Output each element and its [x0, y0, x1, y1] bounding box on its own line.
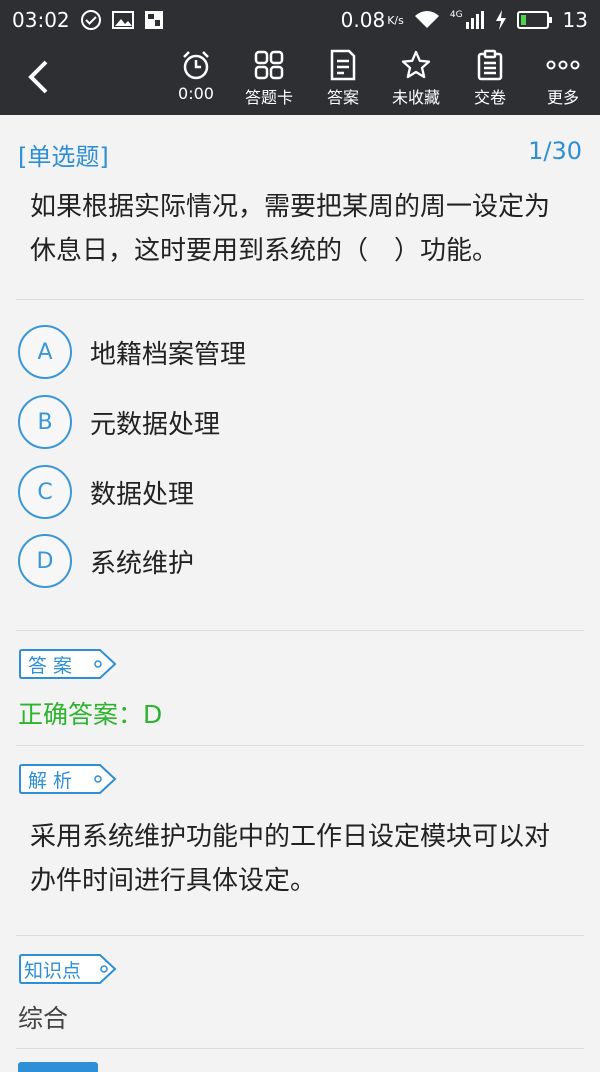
question-text: 如果根据实际情况，需要把某周的周一设定为休息日，这时要用到系统的（ ）功能。	[30, 192, 551, 266]
status-bar: 03:02 0.08 K/s 4G 13	[0, 0, 600, 40]
analysis-tag-label: 解析	[28, 770, 79, 792]
back-button[interactable]	[18, 54, 58, 100]
next-section-tag	[18, 1062, 98, 1072]
option-text: 地籍档案管理	[90, 339, 247, 370]
option-key: A	[18, 325, 72, 379]
chevron-left-icon	[28, 60, 48, 94]
document-icon	[329, 48, 357, 82]
option-text: 元数据处理	[90, 409, 221, 440]
favorite-button[interactable]: 未收藏	[381, 48, 451, 110]
option-a[interactable]: A 地籍档案管理	[18, 322, 578, 382]
favorite-label: 未收藏	[391, 88, 440, 107]
option-key: D	[18, 534, 72, 588]
wifi-icon	[414, 10, 440, 30]
analysis-tag: 解析	[18, 764, 118, 794]
battery-icon	[516, 10, 553, 30]
answer-tag-label: 答案	[28, 655, 79, 677]
option-text: 系统维护	[90, 548, 195, 579]
submit-label: 交卷	[473, 88, 506, 107]
correct-answer: 正确答案：D	[18, 700, 163, 729]
option-key: C	[18, 465, 72, 519]
knowledge-tag-label: 知识点	[24, 960, 82, 982]
grid-icon	[254, 48, 284, 82]
answer-tag: 答案	[18, 649, 118, 679]
star-icon	[400, 48, 432, 82]
answer-button[interactable]: 答案	[308, 48, 378, 110]
divider	[16, 745, 584, 746]
answer-label: 答案	[326, 88, 359, 107]
network-speed: 0.08	[340, 8, 386, 32]
alarm-clock-icon	[180, 48, 212, 82]
toolbar: 0:00 答题卡 答案 未收藏 交卷 更多	[0, 40, 600, 115]
network-speed-unit: K/s	[387, 13, 404, 27]
option-b[interactable]: B 元数据处理	[18, 392, 578, 452]
divider	[16, 1048, 584, 1049]
submit-button[interactable]: 交卷	[455, 48, 525, 110]
network-type: 4G	[449, 10, 463, 20]
option-text: 数据处理	[90, 479, 195, 510]
check-circle-icon	[80, 9, 102, 31]
divider	[16, 935, 584, 936]
analysis-text: 采用系统维护功能中的工作日设定模块可以对办件时间进行具体设定。	[30, 822, 551, 896]
knowledge-tag: 知识点	[18, 954, 118, 984]
clock: 03:02	[12, 8, 70, 32]
answer-card-button[interactable]: 答题卡	[234, 48, 304, 110]
divider	[16, 299, 584, 300]
question-progress: 1/30	[528, 137, 582, 165]
option-c[interactable]: C 数据处理	[18, 462, 578, 522]
more-label: 更多	[546, 88, 579, 107]
signal-icon	[465, 10, 485, 30]
charging-icon	[495, 10, 507, 30]
question-type: [单选题]	[18, 143, 109, 171]
more-button[interactable]: 更多	[528, 48, 598, 110]
clipboard-icon	[476, 48, 504, 82]
app-notification-icon	[144, 10, 164, 30]
option-d[interactable]: D 系统维护	[18, 531, 578, 591]
more-dots-icon	[546, 48, 580, 82]
battery-level: 13	[562, 8, 588, 32]
divider	[16, 630, 584, 631]
image-icon	[111, 10, 134, 30]
answer-card-label: 答题卡	[244, 88, 293, 107]
knowledge-point: 综合	[18, 1004, 69, 1033]
timer-button[interactable]: 0:00	[161, 48, 231, 110]
option-key: B	[18, 395, 72, 449]
timer-label: 0:00	[178, 84, 214, 103]
